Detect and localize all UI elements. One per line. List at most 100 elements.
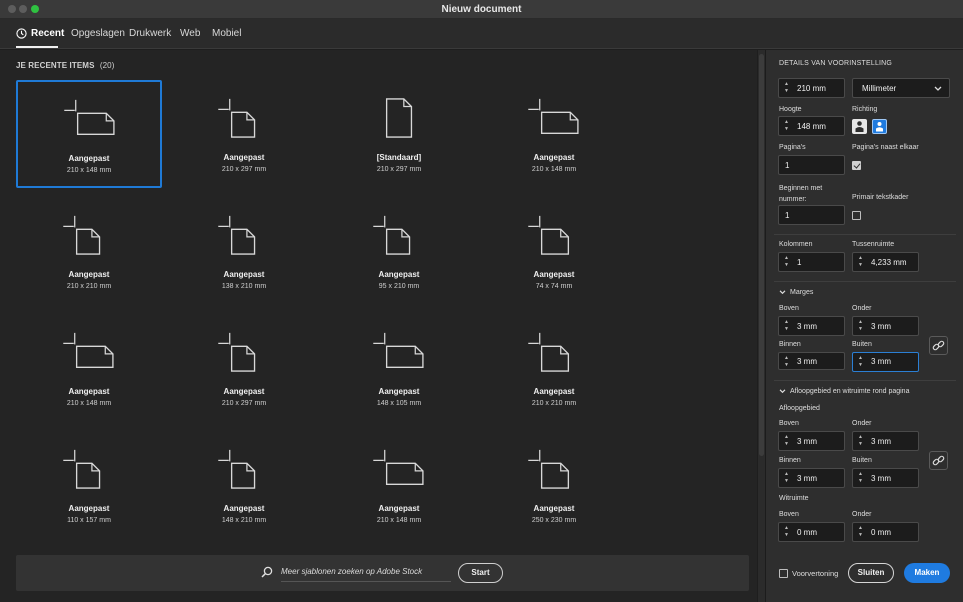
- unit-select[interactable]: Millimeter: [852, 78, 950, 98]
- bleed-outside-field[interactable]: ▲ ▼ 3 mm: [852, 468, 919, 488]
- template-search-input[interactable]: Meer sjablonen zoeken op Adobe Stock: [281, 564, 451, 582]
- margin-bottom-value: 3 mm: [871, 322, 891, 331]
- recent-item-size: 95 x 210 mm: [378, 283, 420, 290]
- margin-inside-field[interactable]: ▲ ▼ 3 mm: [778, 352, 845, 370]
- recent-item-card[interactable]: Aangepast 210 x 148 mm: [16, 314, 162, 422]
- bleed-inside-stepper[interactable]: ▲ ▼: [782, 471, 791, 485]
- window-title: Nieuw document: [441, 4, 522, 15]
- recent-item-name: Aangepast: [68, 270, 110, 279]
- recent-item-card[interactable]: Aangepast 148 x 105 mm: [326, 314, 472, 422]
- bleed-top-stepper[interactable]: ▲ ▼: [782, 434, 791, 448]
- tab-saved[interactable]: Opgeslagen: [71, 28, 125, 39]
- pages-field[interactable]: 1: [778, 155, 845, 175]
- tab-mobile[interactable]: Mobiel: [212, 28, 241, 39]
- recent-items-heading: JE RECENTE ITEMS (20): [16, 61, 114, 70]
- columns-stepper[interactable]: ▲ ▼: [782, 255, 791, 269]
- bleed-outside-stepper[interactable]: ▲ ▼: [856, 471, 865, 485]
- width-stepper[interactable]: ▲ ▼: [782, 81, 791, 95]
- link-margins-button[interactable]: [929, 336, 948, 355]
- close-button[interactable]: Sluiten: [848, 563, 894, 583]
- slug-top-field[interactable]: ▲ ▼ 0 mm: [778, 522, 845, 542]
- landscape-orientation-button[interactable]: [872, 119, 887, 134]
- margin-top-field[interactable]: ▲ ▼ 3 mm: [778, 316, 845, 336]
- recent-item-card[interactable]: Aangepast 210 x 148 mm: [481, 80, 627, 188]
- recent-item-size: 250 x 230 mm: [531, 517, 577, 524]
- bleed-inside-field[interactable]: ▲ ▼ 3 mm: [778, 468, 845, 488]
- margin-top-stepper[interactable]: ▲ ▼: [782, 319, 791, 333]
- preset-details-panel: DETAILS VAN VOORINSTELLING ▲ ▼ 210 mm Mil…: [765, 50, 963, 602]
- recent-item-card[interactable]: Aangepast 210 x 297 mm: [171, 314, 317, 422]
- recent-item-card[interactable]: Aangepast 210 x 148 mm: [16, 80, 162, 188]
- margin-inside-stepper[interactable]: ▲ ▼: [782, 355, 791, 369]
- make-button[interactable]: Maken: [904, 563, 950, 583]
- recent-item-size: 210 x 148 mm: [66, 167, 112, 174]
- margin-bottom-field[interactable]: ▲ ▼ 3 mm: [852, 316, 919, 336]
- preset-details-heading: DETAILS VAN VOORINSTELLING: [779, 60, 893, 67]
- bleed-inside-label: Binnen: [779, 457, 801, 464]
- margin-bottom-stepper[interactable]: ▲ ▼: [856, 319, 865, 333]
- height-field[interactable]: ▲ ▼ 148 mm: [778, 116, 845, 136]
- recent-item-card[interactable]: Aangepast 250 x 230 mm: [481, 431, 627, 539]
- recent-item-card[interactable]: Aangepast 210 x 210 mm: [16, 197, 162, 305]
- landscape-doc-icon: [528, 98, 579, 134]
- recent-items-scrollbar[interactable]: [758, 50, 765, 602]
- slug-bottom-stepper[interactable]: ▲ ▼: [856, 525, 865, 539]
- bleed-label: Afloopgebied: [779, 405, 820, 412]
- title-bar: Nieuw document: [0, 0, 963, 19]
- margin-top-value: 3 mm: [797, 322, 817, 331]
- recent-item-card[interactable]: [Standaard] 210 x 297 mm: [326, 80, 472, 188]
- recent-item-card[interactable]: Aangepast 74 x 74 mm: [481, 197, 627, 305]
- slug-top-stepper[interactable]: ▲ ▼: [782, 525, 791, 539]
- recent-item-size: 210 x 210 mm: [66, 283, 112, 290]
- bleed-bottom-field[interactable]: ▲ ▼ 3 mm: [852, 431, 919, 451]
- recent-item-card[interactable]: Aangepast 210 x 297 mm: [171, 80, 317, 188]
- primary-text-frame-label: Primair tekstkader: [852, 194, 909, 201]
- portrait-orientation-button[interactable]: [852, 119, 867, 134]
- recent-item-card[interactable]: Aangepast 110 x 157 mm: [16, 431, 162, 539]
- preview-checkbox[interactable]: [779, 569, 788, 578]
- pages-label: Pagina's: [779, 144, 806, 151]
- link-bleed-button[interactable]: [929, 451, 948, 470]
- recent-item-size: 138 x 210 mm: [221, 283, 267, 290]
- recent-item-card[interactable]: Aangepast 95 x 210 mm: [326, 197, 472, 305]
- portrait-doc-icon: [373, 215, 411, 255]
- tab-web[interactable]: Web: [180, 28, 200, 39]
- recent-item-card[interactable]: Aangepast 148 x 210 mm: [171, 431, 317, 539]
- preview-label: Voorvertoning: [792, 569, 839, 578]
- margin-outside-stepper[interactable]: ▲ ▼: [856, 355, 865, 369]
- slug-label: Witruimte: [779, 495, 809, 502]
- gutter-stepper[interactable]: ▲ ▼: [856, 255, 865, 269]
- portrait-doc-icon: [218, 215, 256, 255]
- recent-item-name: Aangepast: [533, 387, 575, 396]
- width-field[interactable]: ▲ ▼ 210 mm: [778, 78, 845, 98]
- recent-item-size: 210 x 297 mm: [221, 400, 267, 407]
- tab-print[interactable]: Drukwerk: [129, 28, 171, 39]
- recent-item-card[interactable]: Aangepast 138 x 210 mm: [171, 197, 317, 305]
- tab-recent[interactable]: Recent: [16, 28, 64, 39]
- facing-pages-checkbox[interactable]: [852, 161, 861, 170]
- bleed-top-field[interactable]: ▲ ▼ 3 mm: [778, 431, 845, 451]
- margins-section-toggle[interactable]: Marges: [779, 289, 813, 296]
- bleed-slug-section-toggle[interactable]: Afloopgebied en witruimte rond pagina: [779, 388, 909, 395]
- recent-item-name: Aangepast: [533, 153, 575, 162]
- height-stepper[interactable]: ▲ ▼: [782, 119, 791, 133]
- slug-bottom-field[interactable]: ▲ ▼ 0 mm: [852, 522, 919, 542]
- bleed-bottom-stepper[interactable]: ▲ ▼: [856, 434, 865, 448]
- gutter-field[interactable]: ▲ ▼ 4,233 mm: [852, 252, 919, 272]
- height-value: 148 mm: [797, 122, 826, 131]
- scrollbar-thumb[interactable]: [759, 54, 764, 456]
- primary-text-frame-checkbox[interactable]: [852, 211, 861, 220]
- columns-value: 1: [797, 258, 802, 267]
- recent-item-card[interactable]: Aangepast 210 x 210 mm: [481, 314, 627, 422]
- recent-item-card[interactable]: Aangepast 210 x 148 mm: [326, 431, 472, 539]
- clock-icon: [16, 28, 27, 39]
- recent-item-name: Aangepast: [223, 153, 265, 162]
- recent-item-name: Aangepast: [68, 387, 110, 396]
- bleed-bottom-label: Onder: [852, 420, 872, 427]
- margin-outside-field[interactable]: ▲ ▼ 3 mm: [852, 352, 919, 372]
- divider: [774, 380, 956, 381]
- start-search-button[interactable]: Start: [458, 563, 503, 583]
- square-doc-icon: [528, 332, 570, 372]
- start-number-field[interactable]: 1: [778, 205, 845, 225]
- columns-field[interactable]: ▲ ▼ 1: [778, 252, 845, 272]
